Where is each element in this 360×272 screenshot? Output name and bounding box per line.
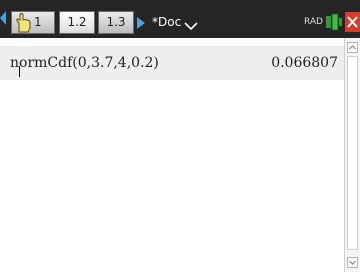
document-title[interactable]: *Doc [152,12,181,32]
tab-label: 1.2 [67,15,87,29]
text-cursor[interactable] [19,66,20,77]
scroll-up-arrow-icon[interactable] [347,42,358,53]
scroll-down-arrow-icon[interactable] [347,257,358,268]
previous-page-arrow-icon[interactable] [0,11,6,25]
history-expression: normCdf(0,3.7,4,0.2) [10,55,159,71]
tab-page-1-1[interactable]: 1 [11,11,55,34]
calculator-history-pane[interactable]: normCdf(0,3.7,4,0.2) 0.066807 [0,38,344,272]
history-result: 0.066807 [271,55,338,71]
tab-page-1-3[interactable]: 1.3 [98,11,134,34]
document-toolbar: 1 1.2 1.3 *Doc RAD [0,0,360,38]
pointer-hand-icon [13,12,35,34]
next-page-arrow-icon[interactable] [137,14,145,29]
tab-page-1-2[interactable]: 1.2 [59,11,95,34]
scroll-thumb[interactable] [347,56,358,250]
angle-mode-indicator: RAD [304,17,323,27]
close-icon[interactable] [345,12,360,32]
history-entry[interactable]: normCdf(0,3.7,4,0.2) 0.066807 [0,46,344,80]
chevron-down-icon[interactable] [184,16,198,31]
tab-label: 1 [34,15,42,29]
battery-icon [325,12,343,32]
vertical-scrollbar[interactable] [344,38,360,272]
tab-label: 1.3 [106,15,126,29]
